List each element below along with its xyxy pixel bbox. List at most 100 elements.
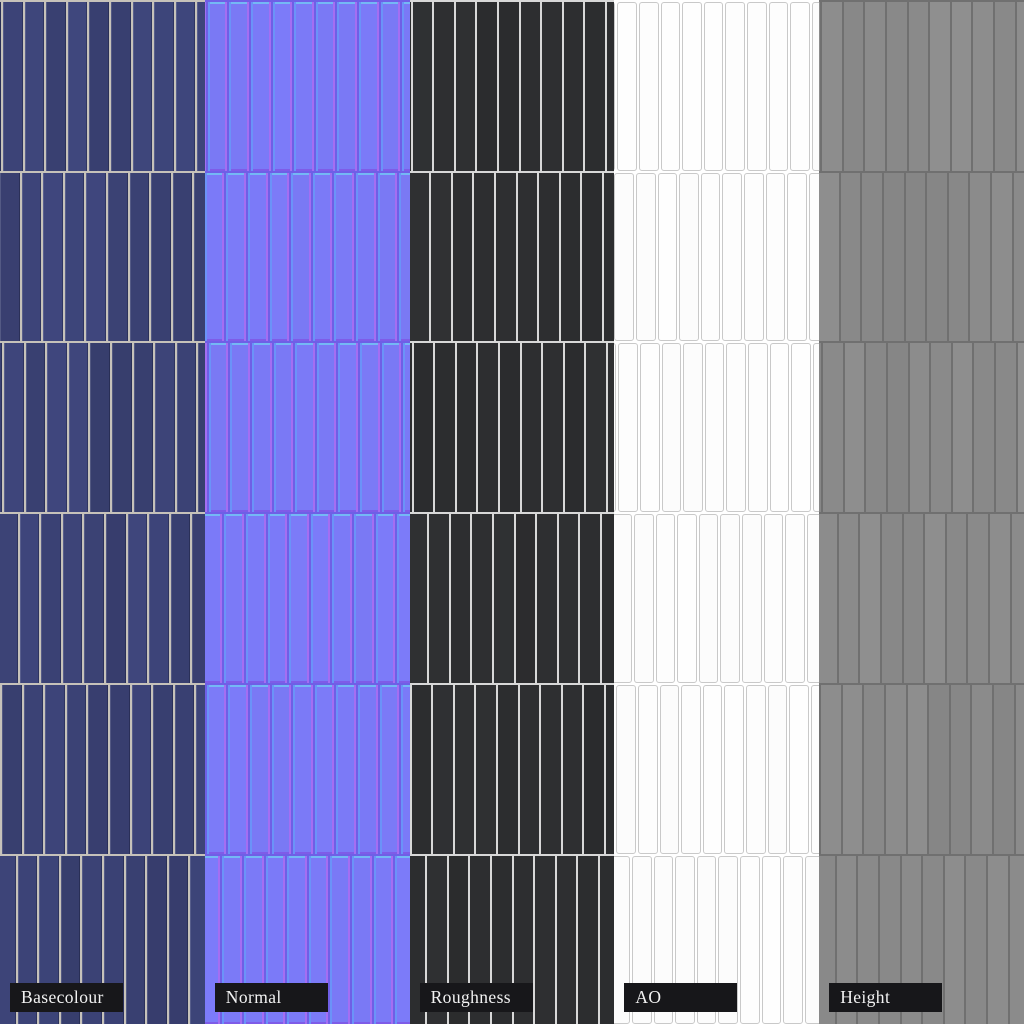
tile	[560, 173, 581, 341]
tile	[409, 2, 411, 171]
tile	[476, 685, 496, 854]
tile	[838, 514, 859, 683]
map-label-normal: Normal	[214, 983, 328, 1012]
tile	[823, 343, 843, 512]
tile	[434, 2, 454, 171]
tile	[811, 2, 820, 171]
tile	[739, 856, 760, 1024]
tile	[0, 173, 20, 341]
tile	[586, 343, 606, 512]
tile	[168, 856, 189, 1024]
tile	[542, 2, 562, 171]
tile	[62, 514, 83, 683]
tile	[294, 2, 314, 171]
tile	[472, 514, 492, 683]
panel-height: Height	[819, 0, 1024, 1024]
tile	[106, 514, 126, 683]
tile	[785, 514, 805, 683]
tile	[886, 2, 907, 171]
tile	[230, 343, 250, 512]
tile	[499, 343, 520, 512]
tile	[767, 685, 788, 854]
tile	[412, 2, 433, 171]
tile	[332, 514, 352, 683]
tile	[614, 514, 632, 683]
tile	[585, 2, 605, 171]
tile	[535, 856, 555, 1024]
tile	[192, 514, 205, 683]
tile	[763, 514, 784, 683]
map-label-ao: AO	[624, 983, 738, 1012]
tile	[247, 173, 268, 341]
tile	[204, 514, 223, 683]
tile	[251, 343, 272, 512]
tile	[111, 2, 131, 171]
texture-map-sheet: Basecolour Normal Roughness AO Height	[0, 0, 1024, 1024]
tile	[373, 856, 394, 1024]
tile	[380, 2, 401, 171]
tile	[397, 514, 410, 683]
tile	[558, 514, 579, 683]
tile	[435, 343, 455, 512]
tile	[269, 173, 290, 341]
tile	[176, 343, 197, 512]
tile	[563, 2, 584, 171]
panel-roughness: Roughness	[409, 0, 615, 1024]
tile	[819, 173, 839, 341]
tile	[657, 173, 678, 341]
tile	[110, 685, 130, 854]
tile	[881, 514, 902, 683]
tile	[810, 685, 820, 854]
tile	[351, 856, 372, 1024]
tile	[683, 343, 703, 512]
tile	[1013, 173, 1024, 341]
panel-ao: AO	[614, 0, 820, 1024]
tile	[401, 685, 410, 854]
tile	[743, 173, 764, 341]
tile	[840, 173, 861, 341]
tile	[987, 856, 1008, 1024]
tile	[993, 685, 1014, 854]
tile	[601, 514, 615, 683]
tile	[131, 685, 152, 854]
tile	[267, 514, 288, 683]
tile	[973, 2, 993, 171]
tile	[413, 343, 434, 512]
tile	[455, 2, 476, 171]
tile	[543, 343, 563, 512]
basecolour-texture	[0, 0, 205, 1024]
tile	[883, 173, 904, 341]
tile	[903, 514, 924, 683]
tile	[702, 685, 723, 854]
tile	[273, 343, 294, 512]
tile	[639, 343, 660, 512]
tile	[295, 343, 315, 512]
tile	[614, 2, 616, 171]
tile	[661, 343, 682, 512]
tile	[4, 343, 24, 512]
tile	[580, 514, 600, 683]
tile	[291, 173, 311, 341]
tile	[564, 343, 585, 512]
tile	[821, 685, 841, 854]
tile	[582, 173, 602, 341]
tile	[842, 685, 863, 854]
tile	[314, 685, 335, 854]
tile	[206, 685, 227, 854]
tile	[310, 514, 331, 683]
tile	[174, 685, 195, 854]
tile	[359, 343, 380, 512]
tile	[974, 343, 994, 512]
roughness-texture	[409, 0, 615, 1024]
tile	[272, 2, 293, 171]
tile	[456, 343, 477, 512]
tile	[819, 514, 837, 683]
tile	[293, 685, 313, 854]
tile	[578, 856, 598, 1024]
tile	[698, 514, 719, 683]
tile	[948, 173, 969, 341]
tile	[204, 173, 225, 341]
tile	[703, 2, 724, 171]
tile	[86, 173, 106, 341]
tile	[865, 2, 885, 171]
